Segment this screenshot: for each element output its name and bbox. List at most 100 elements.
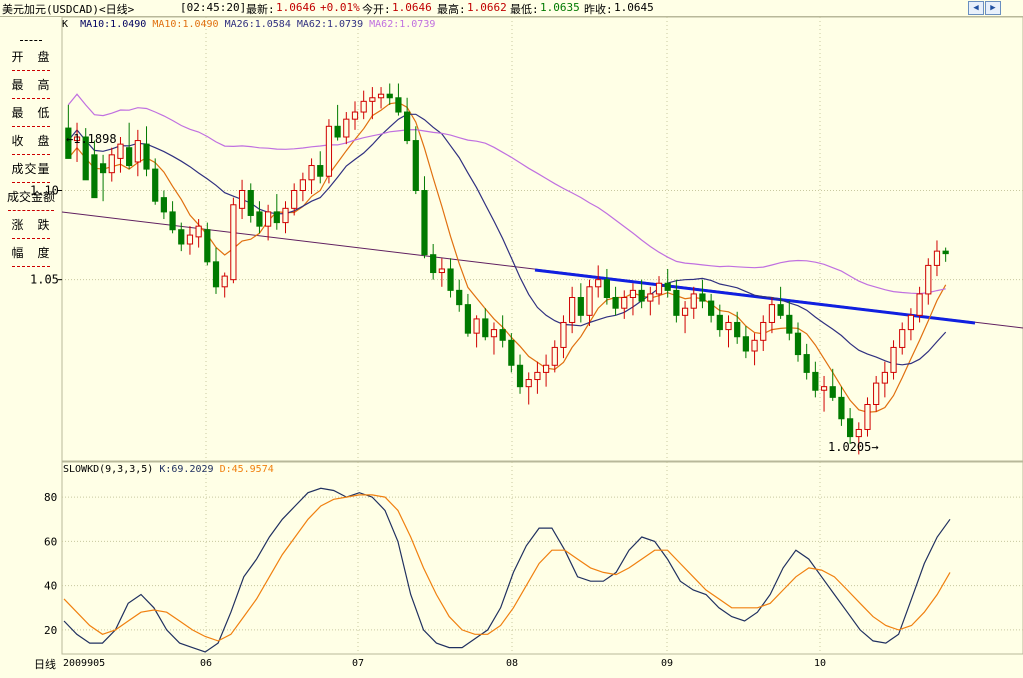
candle-body [777,304,784,316]
high-label: 最高: [437,3,466,16]
candle-body [490,329,498,338]
quote-time: [02:45:20] [180,1,247,14]
candle-body [360,100,367,113]
candle-body [907,314,915,331]
candle-body [820,386,828,391]
candle-body [299,179,306,192]
candle-body [273,211,280,224]
candle-body [708,300,715,316]
candle-body [499,329,506,341]
candle-body [803,354,810,373]
candle-body [638,289,645,302]
candle-body [412,140,419,191]
prev-close-value: 1.0645 [614,1,654,14]
candle-body [829,386,836,398]
high-annotation: ←1.1898 [66,132,117,146]
candle-body [647,293,654,302]
candle-body [456,289,463,306]
kd-legend: SLOWKD(9,3,3,5) K:69.2029 D:45.9574 [63,464,274,475]
candle-body [560,321,567,348]
candle-body [334,125,341,138]
prev-arrow-icon[interactable]: ◀ [968,1,984,15]
candle-body [864,404,871,430]
kd-tick-label: 60 [44,535,57,548]
candle-body [204,229,211,263]
candle-body [664,282,671,291]
candle-body [108,154,115,174]
candle-body [369,97,376,102]
sidebar-item-volume: 成交量 [4,160,58,184]
month-tick-label: 10 [814,658,826,669]
candle-body [143,143,150,170]
candle-body [169,211,176,231]
sidebar-item-range: 幅 度 [4,244,58,268]
candle-body [126,147,133,167]
candle-body [447,268,454,291]
candle-body [291,190,298,209]
candle-body [673,289,680,316]
candle-body [751,339,758,352]
candle-body [464,304,472,334]
kd-name: SLOWKD(9,3,3,5) [63,464,154,475]
candle-body [395,97,402,113]
candle-body [899,329,906,348]
sidebar-item-close: 收 盘 [4,132,58,156]
kd-k-value: K:69.2029 [159,464,214,475]
month-tick-label: 2009905 [63,658,105,669]
candle-body [716,314,723,331]
price-chart: 1.101.05806040202009905 06 07 08 09 10←1.1898… [0,0,1023,678]
next-arrow-icon[interactable]: ▶ [985,1,1001,15]
latest-label: 最新: [246,3,275,16]
candle-body [91,154,98,199]
month-tick-label: 09 [661,658,673,669]
candle-body [160,197,167,213]
candle-body [933,250,941,266]
candle-body [786,314,793,334]
candle-body [690,293,697,309]
low-annotation: 1.0205→ [828,440,879,454]
candle-body [621,297,628,309]
candle-body [377,93,385,99]
candle-body [595,279,602,288]
candle-body [890,346,897,373]
candle-body [586,286,593,316]
candle-body [742,336,749,352]
candle-body [325,125,333,177]
candle-body [534,371,541,381]
kd-tick-label: 20 [44,624,57,637]
candle-body [612,297,619,309]
candle-body [212,261,220,288]
candle-body [760,321,767,341]
candle-body [847,418,854,438]
ma26-legend: MA26:1.0584 [224,19,291,30]
month-tick-label: 08 [506,658,518,669]
sidebar-top-dash [20,40,42,41]
candle-body [430,254,437,274]
candle-body [221,275,228,288]
candle-body [768,304,776,323]
ma62-legend-a: MA62:1.0739 [296,19,364,30]
candle-body [603,279,610,298]
price-tick-label: 1.05 [30,273,59,287]
candle-body [655,282,663,295]
prev-close-label: 昨收: [584,3,613,16]
candle-body [265,211,272,227]
candle-body [873,382,880,406]
ma10-legend-a: MA10:1.0490 [80,19,147,30]
period-label: 日线 [34,658,56,671]
candle-body [282,207,289,224]
candle-body [386,93,393,99]
candle-body [308,165,315,181]
candle-body [473,318,480,334]
candle-body [421,190,428,256]
candle-body [699,293,706,302]
candle-body [551,346,558,366]
candle-body [681,307,689,316]
high-value: 1.0662 [467,1,507,14]
candle-body [542,364,550,373]
low-label: 最低: [510,3,539,16]
candle-body [438,268,445,274]
sidebar-item-high: 最 高 [4,76,58,100]
kd-d-value: D:45.9574 [219,464,274,475]
candle-body [725,321,732,331]
